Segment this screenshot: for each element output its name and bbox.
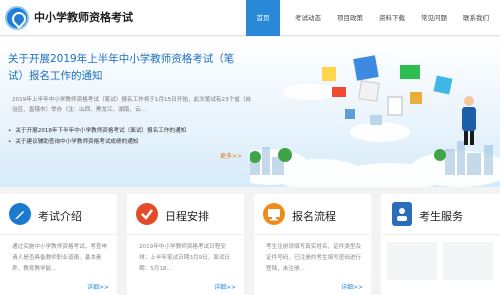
card-description: 2019年中小学教师资格考试日程安排：上半年笔试日期3月9日，面试日期：5月18… (139, 244, 231, 272)
card-header: 考试介绍 (0, 194, 117, 234)
card-more-link[interactable]: 详细>> (87, 282, 109, 291)
nav-item-faq[interactable]: 常见问题 (416, 0, 452, 36)
nav-item-downloads[interactable]: 资料下载 (374, 0, 410, 36)
news-item[interactable]: 关于建议辅助查询中小学教师资格考试成绩的通知 (8, 137, 248, 148)
divider (127, 234, 244, 235)
id-card-icon (392, 202, 412, 226)
pen-icon (9, 203, 31, 225)
site-header: 中小学教师资格考试 首页 考试动态 项目政策 资料下载 常见问题 联系我们 (0, 0, 500, 36)
nav-item-policy[interactable]: 项目政策 (332, 0, 368, 36)
hero-banner: 关于开展2019年上半年中小学教师资格考试（笔试）报名工作的通知 2019年上半… (0, 37, 500, 187)
card-schedule[interactable]: 日程安排 2019年中小学教师资格考试日程安排：上半年笔试日期3月9日，面试日期… (127, 194, 244, 295)
nav-item-exam-news[interactable]: 考试动态 (290, 0, 326, 36)
floating-objects (322, 55, 453, 125)
site-title[interactable]: 中小学教师资格考试 (34, 9, 133, 25)
card-description: 考生注册须填写真实姓名，证件类型及证件号码，已注册的考生填写密码进行登陆，未注册… (266, 244, 362, 272)
divider (0, 234, 117, 235)
card-more-link[interactable]: 详细>> (214, 282, 236, 291)
card-header: 考生服务 (381, 194, 500, 234)
teacher-figure (462, 96, 476, 145)
card-header: 日程安排 (127, 194, 244, 234)
banner-summary: 2019年上半年中小学教师资格考试（笔试）报名工作将于1月15日开始，此次笔试有… (12, 97, 252, 113)
nav-item-home[interactable]: 首页 (246, 0, 280, 36)
news-item[interactable]: 关于开展2018年下半年中小学教师资格考试（面试）报名工作的通知 (8, 126, 248, 137)
card-more-link[interactable]: 详细>> (341, 282, 363, 291)
card-description: 通过实施中小学教师资格考试，考查申请人是否具备教师职业道德、基本素养、教育教学能… (12, 244, 108, 272)
card-title: 考生服务 (419, 210, 463, 223)
news-list: 关于开展2018年下半年中小学教师资格考试（面试）报名工作的通知 关于建议辅助查… (8, 126, 248, 148)
computer-icon (263, 203, 285, 225)
divider (254, 234, 371, 235)
card-exam-intro[interactable]: 考试介绍 通过实施中小学教师资格考试，考查申请人是否具备教师职业道德、基本素养、… (0, 194, 117, 295)
logo-icon[interactable] (5, 6, 29, 30)
card-title: 日程安排 (165, 210, 209, 223)
card-title: 考试介绍 (38, 210, 82, 223)
service-slot[interactable] (387, 242, 437, 280)
main-nav: 首页 考试动态 项目政策 资料下载 常见问题 联系我们 (246, 0, 500, 36)
banner-headline[interactable]: 关于开展2019年上半年中小学教师资格考试（笔试）报名工作的通知 (8, 51, 248, 85)
checkmark-icon (136, 203, 158, 225)
banner-illustration (250, 55, 500, 187)
card-candidate-services[interactable]: 考生服务 (381, 194, 500, 295)
card-header: 报名流程 (254, 194, 371, 234)
service-slot[interactable] (443, 242, 493, 280)
divider (381, 234, 500, 235)
banner-more-link[interactable]: 更多>> (220, 151, 242, 160)
card-title: 报名流程 (292, 210, 336, 223)
nav-item-contact[interactable]: 联系我们 (458, 0, 494, 36)
card-registration[interactable]: 报名流程 考生注册须填写真实姓名，证件类型及证件号码，已注册的考生填写密码进行登… (254, 194, 371, 295)
